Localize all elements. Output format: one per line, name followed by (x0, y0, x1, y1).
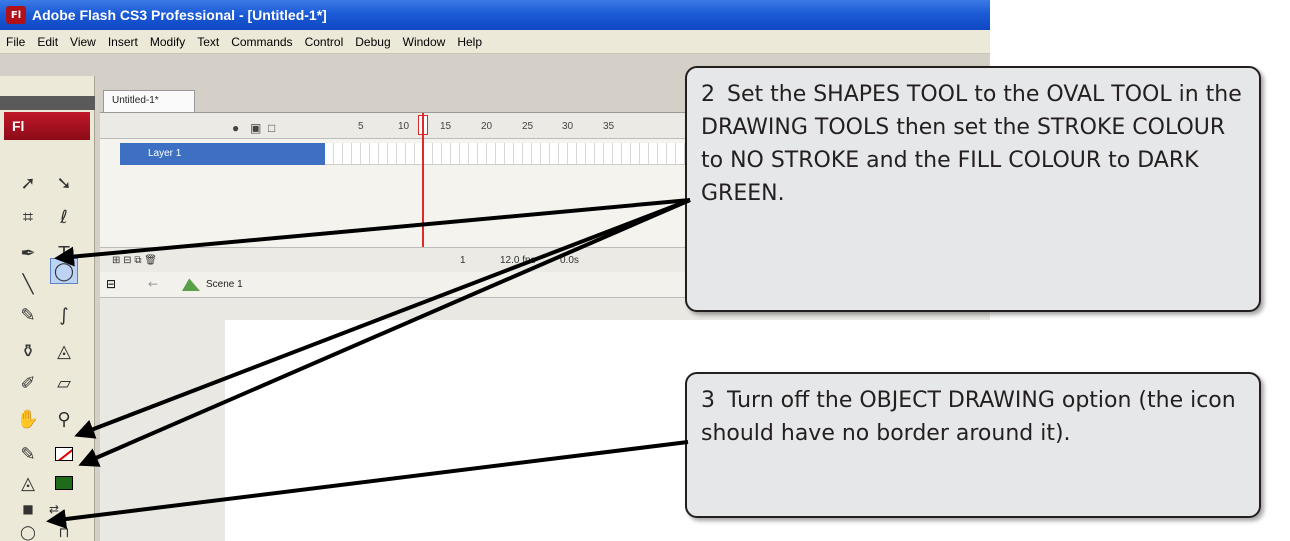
menu-bar: File Edit View Insert Modify Text Comman… (0, 30, 990, 54)
menu-edit[interactable]: Edit (31, 35, 64, 49)
tools-panel-header[interactable] (0, 96, 95, 110)
window-title: Adobe Flash CS3 Professional - [Untitled… (32, 7, 327, 23)
lasso-tool-icon[interactable]: ℓ (50, 204, 78, 230)
callout-step-2: 2 Set the SHAPES TOOL to the OVAL TOOL in… (685, 66, 1261, 312)
flash-logo: Fl (4, 112, 90, 140)
menu-window[interactable]: Window (397, 35, 452, 49)
pencil-tool-icon[interactable]: ✎ (14, 302, 42, 328)
callout-text: Set the SHAPES TOOL to the OVAL TOOL in … (701, 82, 1242, 206)
callout-step-3: 3 Turn off the OBJECT DRAWING option (the… (685, 372, 1261, 518)
black-white-icon[interactable]: ■ (14, 496, 42, 522)
title-bar: Fl Adobe Flash CS3 Professional - [Untit… (0, 0, 990, 30)
scene-label[interactable]: Scene 1 (206, 279, 243, 290)
menu-debug[interactable]: Debug (349, 35, 396, 49)
menu-text[interactable]: Text (191, 35, 225, 49)
selection-tool-icon[interactable]: ➚ (14, 170, 42, 196)
lock-icon[interactable]: ▣ (250, 121, 261, 135)
layer-name[interactable]: Layer 1 (120, 143, 325, 165)
stroke-color-swatch[interactable] (50, 441, 78, 467)
frame-number: 10 (398, 121, 410, 132)
frame-number: 25 (522, 121, 534, 132)
object-drawing-icon[interactable]: ◯ (14, 520, 42, 541)
subselection-tool-icon[interactable]: ➘ (50, 170, 78, 196)
pen-tool-icon[interactable]: ✒ (14, 240, 42, 266)
hand-tool-icon[interactable]: ✋ (14, 406, 42, 432)
swap-colors-icon[interactable]: ⇄ (40, 496, 68, 522)
fill-color-swatch[interactable] (50, 470, 78, 496)
fill-bucket-icon: ◬ (21, 472, 35, 494)
menu-help[interactable]: Help (451, 35, 488, 49)
eraser-tool-icon[interactable]: ▱ (50, 370, 78, 396)
callout-number: 2 (701, 82, 715, 107)
elapsed-time: 0.0s (560, 255, 579, 266)
current-frame: 1 (460, 255, 466, 266)
frame-number: 20 (481, 121, 493, 132)
frame-number: 30 (562, 121, 574, 132)
frame-number: 5 (358, 121, 364, 132)
no-stroke-swatch (55, 447, 73, 461)
eye-icon[interactable]: ● (232, 121, 239, 135)
callout-text: Turn off the OBJECT DRAWING option (the … (701, 388, 1236, 446)
frame-rate: 12.0 fps (500, 255, 536, 266)
menu-insert[interactable]: Insert (102, 35, 144, 49)
scene-icon (182, 278, 200, 291)
ink-bottle-tool-icon[interactable]: ⚱ (14, 338, 42, 364)
back-arrow-icon[interactable]: ← (148, 277, 158, 291)
frame-number: 35 (603, 121, 615, 132)
frame-number: 15 (440, 121, 452, 132)
free-transform-tool-icon[interactable]: ⌗ (14, 204, 42, 230)
stroke-pencil-icon: ✎ (20, 443, 36, 465)
oval-tool-icon[interactable]: ◯ (50, 258, 78, 284)
snap-to-objects-icon[interactable]: ⊓ (50, 520, 78, 541)
document-tab[interactable]: Untitled-1* (103, 90, 195, 112)
callout-number: 3 (701, 388, 715, 413)
zoom-tool-icon[interactable]: ⚲ (50, 406, 78, 432)
eyedropper-tool-icon[interactable]: ✐ (14, 370, 42, 396)
tools-panel: Fl ➚ ➘ ⌗ ℓ ✒ T ╲ ◯ ✎ ∫ ⚱ ◬ ✐ ▱ ✋ ⚲ ✎ ◬ ■… (0, 76, 95, 541)
insert-layer-icon[interactable]: ⊞ ⊟ ⧉ 🗑 (112, 255, 157, 266)
menu-commands[interactable]: Commands (225, 35, 298, 49)
menu-modify[interactable]: Modify (144, 35, 191, 49)
flash-app-icon: Fl (6, 6, 26, 24)
outline-icon[interactable]: □ (268, 121, 275, 135)
line-tool-icon[interactable]: ╲ (14, 271, 42, 297)
timeline-toggle-icon[interactable]: ⊟ (106, 277, 116, 291)
brush-tool-icon[interactable]: ∫ (50, 302, 78, 328)
menu-file[interactable]: File (0, 35, 31, 49)
menu-view[interactable]: View (64, 35, 102, 49)
paint-bucket-tool-icon[interactable]: ◬ (50, 338, 78, 364)
menu-control[interactable]: Control (299, 35, 350, 49)
dark-green-fill-swatch (55, 476, 73, 490)
